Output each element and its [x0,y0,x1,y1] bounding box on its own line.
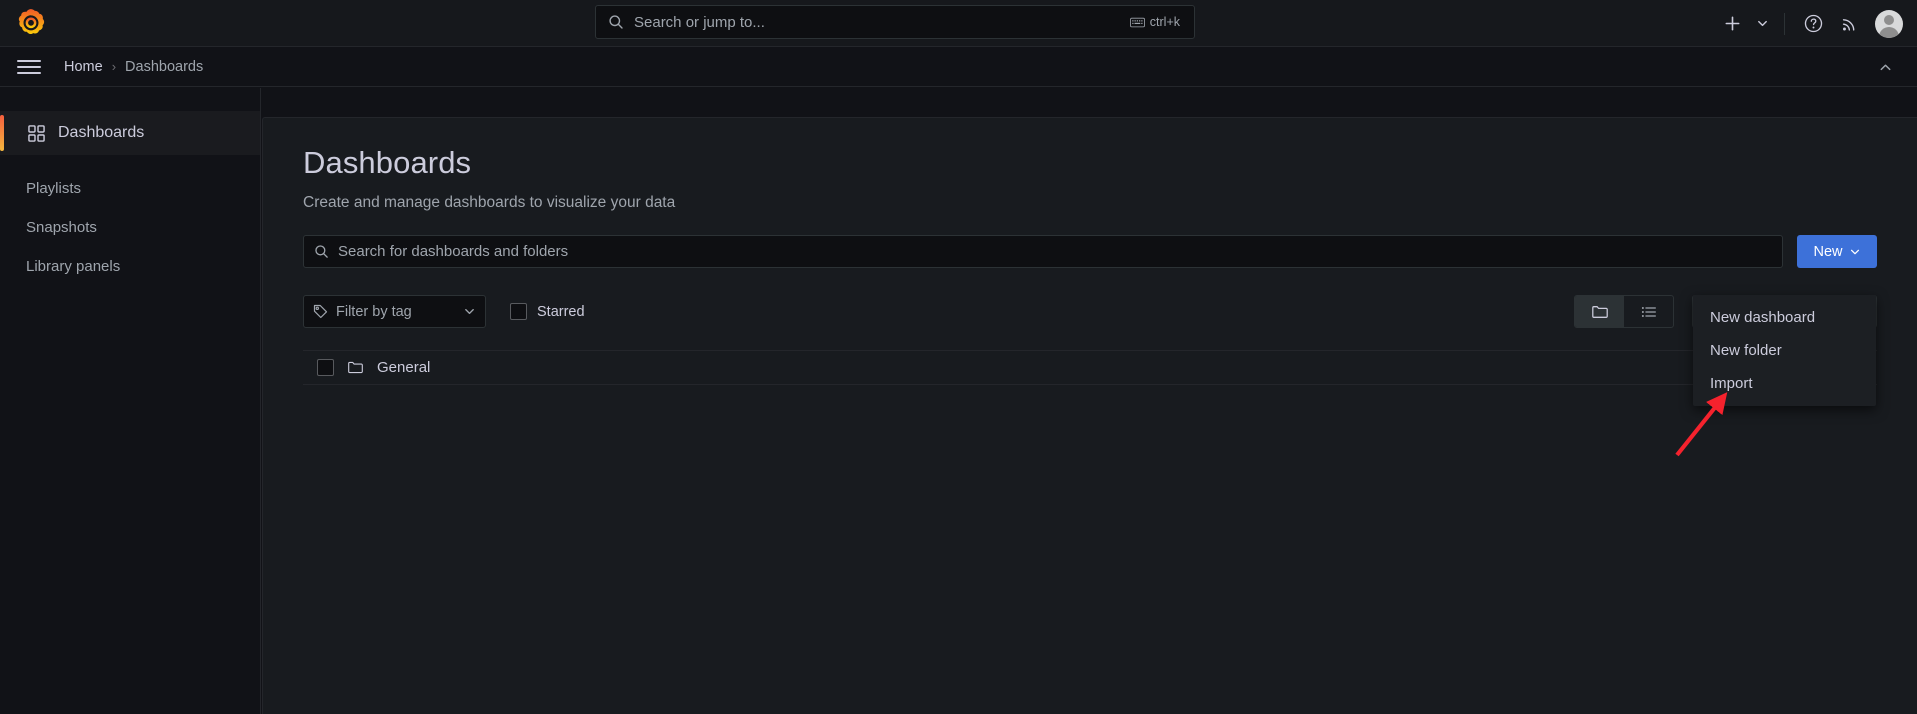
burger-line [17,66,41,68]
dashboard-list: General [303,350,1877,385]
menu-item-new-folder[interactable]: New folder [1693,334,1876,367]
folder-view-button[interactable] [1575,296,1624,327]
page-subtitle: Create and manage dashboards to visualiz… [303,194,1877,212]
menu-item-label: Import [1710,375,1753,392]
sidebar-item-snapshots[interactable]: Snapshots [0,208,260,247]
table-row[interactable]: General [303,350,1877,385]
rss-icon [1839,14,1859,34]
row-checkbox[interactable] [317,359,334,376]
dashboard-search-input[interactable]: Search for dashboards and folders [303,235,1783,268]
breadcrumb-item-dashboards[interactable]: Dashboards [125,59,203,75]
question-circle-icon [1803,13,1824,34]
starred-checkbox[interactable] [510,303,527,320]
search-row: Search for dashboards and folders New [303,235,1877,268]
avatar-head [1884,15,1894,25]
apps-grid-icon [28,125,45,142]
sidebar-item-library-panels[interactable]: Library panels [0,247,260,286]
avatar-body [1879,27,1899,38]
folder-icon [347,359,364,376]
breadcrumb-item-home[interactable]: Home [64,59,103,75]
chevron-down-icon [1849,246,1861,258]
chevron-down-icon [463,305,476,318]
sidebar-item-label: Library panels [26,258,120,275]
new-button[interactable]: New [1797,235,1877,268]
breadcrumb-bar: Home › Dashboards [0,47,1917,87]
topbar-actions [1716,0,1903,47]
chevron-down-icon [1756,17,1769,30]
main-content-panel: Dashboards Create and manage dashboards … [262,117,1917,714]
sidebar-item-label: Snapshots [26,219,97,236]
list-icon [1640,303,1658,321]
burger-line [17,60,41,62]
help-button[interactable] [1797,8,1829,40]
sidebar-item-dashboards[interactable]: Dashboards [0,111,260,155]
add-new-button[interactable] [1716,8,1748,40]
menu-item-new-dashboard[interactable]: New dashboard [1693,301,1876,334]
folder-icon [1591,303,1609,321]
filter-row: Filter by tag Starred [303,295,1877,328]
new-button-label: New [1813,244,1842,260]
global-search-input[interactable]: Search or jump to... ctrl+k [595,5,1195,39]
collapse-toolbar-button[interactable] [1873,55,1897,79]
view-toggle-group [1574,295,1674,328]
search-icon [314,244,329,259]
search-shortcut-hint: ctrl+k [1124,12,1186,32]
page-title: Dashboards [303,145,1877,181]
filter-by-tag-select[interactable]: Filter by tag [303,295,486,328]
plus-icon [1723,14,1742,33]
keyboard-icon [1130,17,1145,28]
add-new-chevron-button[interactable] [1752,8,1772,40]
breadcrumb: Home › Dashboards [64,59,203,75]
grafana-logo-button[interactable] [0,0,62,47]
sidebar-item-label: Dashboards [58,125,144,141]
grafana-logo-icon [16,8,46,38]
breadcrumb-separator: › [112,59,116,74]
sidebar-item-playlists[interactable]: Playlists [0,169,260,208]
filter-by-tag-label: Filter by tag [336,304,455,320]
menu-item-import[interactable]: Import [1693,367,1876,400]
top-navigation-bar: Search or jump to... ctrl+k [0,0,1917,47]
hamburger-menu-icon[interactable] [15,53,43,81]
starred-label: Starred [537,304,585,320]
topbar-divider [1784,13,1785,35]
global-search-placeholder: Search or jump to... [634,15,1124,30]
dashboard-search-placeholder: Search for dashboards and folders [338,243,568,260]
tag-icon [313,304,328,319]
news-feed-button[interactable] [1833,8,1865,40]
menu-item-label: New dashboard [1710,309,1815,326]
user-avatar[interactable] [1875,10,1903,38]
sidebar-navigation: Dashboards Playlists Snapshots Library p… [0,88,261,714]
chevron-up-icon [1878,60,1893,75]
new-dropdown-menu: New dashboard New folder Import [1693,295,1876,406]
list-view-button[interactable] [1624,296,1673,327]
starred-filter[interactable]: Starred [510,303,585,320]
menu-item-label: New folder [1710,342,1782,359]
search-icon [608,14,624,30]
sidebar-item-label: Playlists [26,180,81,197]
burger-line [17,72,41,74]
row-name: General [377,359,430,376]
search-shortcut-label: ctrl+k [1150,15,1180,29]
